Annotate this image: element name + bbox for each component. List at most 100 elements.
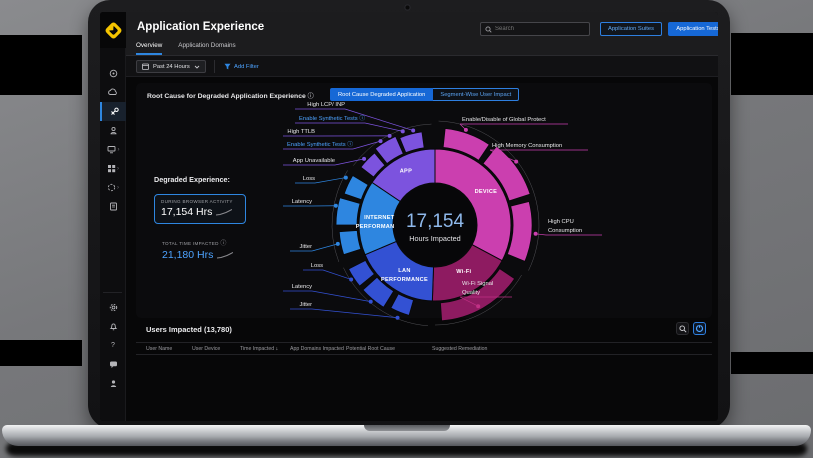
chart-callout-label: High CPUConsumption (548, 219, 582, 234)
sidebar-item-reports[interactable] (100, 197, 126, 216)
webcam-icon (404, 4, 411, 11)
calendar-icon (142, 63, 149, 70)
funnel-icon (224, 63, 231, 70)
chevron-right-icon: › (117, 185, 119, 191)
users-table-header: User NameUser DeviceTime Impacted ↓App D… (136, 342, 712, 355)
time-range-label: Past 24 Hours (153, 64, 190, 70)
application-suites-button[interactable]: Application Suites (600, 22, 662, 36)
info-icon[interactable]: ⓘ (220, 241, 226, 247)
chevron-right-icon: › (118, 147, 120, 153)
root-cause-panel: Root Cause for Degraded Application Expe… (136, 83, 712, 318)
browser-activity-label: DURING BROWSER ACTIVITY (161, 199, 239, 204)
column-header[interactable]: Potential Root Cause (346, 346, 432, 352)
end-user-icon (109, 126, 118, 135)
add-filter-button[interactable]: Add Filter (224, 60, 259, 73)
chart-center-value: 17,154 (406, 211, 465, 232)
background-monitor-left-lower (0, 340, 82, 366)
filter-bar: Past 24 Hours Add Filter (126, 56, 718, 77)
users-impacted-title: Users Impacted (13,780) (146, 325, 232, 334)
monitoring-icon (109, 69, 118, 78)
table-export-button[interactable] (693, 322, 706, 335)
chart-callout-label: High LCP/ INP (307, 102, 345, 108)
chart-callout-label: High Memory Consumption (492, 143, 562, 149)
sidebar-item-cloud[interactable] (100, 83, 126, 102)
user-icon (109, 379, 118, 388)
chevron-right-icon: › (117, 166, 119, 172)
sort-desc-icon[interactable]: ↓ (274, 346, 278, 352)
filter-divider (214, 60, 215, 73)
header: Application Experience Application Suite… (126, 12, 718, 56)
help-icon: ? (111, 342, 115, 349)
chart-center-label: Hours Impacted (409, 234, 461, 243)
synthetic-test-link[interactable]: Enable Synthetic Tests ⓘ (299, 114, 365, 122)
browser-activity-card: DURING BROWSER ACTIVITY 17,154 Hrs (154, 194, 246, 224)
column-header[interactable]: Time Impacted ↓ (240, 346, 290, 352)
search-input[interactable] (495, 26, 585, 32)
sidebar-item-end-user[interactable] (100, 121, 126, 140)
laptop-base (2, 425, 811, 446)
refresh-export-icon (695, 324, 704, 333)
laptop-base-notch (364, 425, 450, 431)
app-screen: › › › ? Application Experience (100, 12, 718, 421)
logo-diamond-icon (104, 21, 122, 39)
sidebar-item-monitoring[interactable] (100, 64, 126, 83)
table-search-button[interactable] (676, 322, 689, 335)
chart-callout-label: Enable/Disable of Global Protect (462, 117, 546, 123)
application-tests-button[interactable]: Application Tests (668, 22, 718, 36)
devices-icon (107, 145, 117, 154)
svg-text:APP: APP (400, 169, 412, 175)
sparkline-icon (216, 208, 232, 216)
bell-icon (109, 322, 118, 331)
tools-icon (110, 107, 119, 116)
sidebar-item-settings[interactable] (100, 298, 126, 317)
sidebar-item-account[interactable] (100, 374, 126, 393)
tab-overview[interactable]: Overview (136, 42, 162, 55)
chat-icon (109, 360, 118, 369)
svg-text:Wi-Fi: Wi-Fi (456, 269, 471, 275)
sidebar-item-feedback[interactable] (100, 355, 126, 374)
sidebar-item-notifications[interactable] (100, 317, 126, 336)
synthetic-test-link[interactable]: Enable Synthetic Tests ⓘ (287, 140, 353, 148)
sparkline-icon (217, 251, 233, 259)
chart-callout-label: Latency (292, 199, 312, 205)
tab-bar: Overview Application Domains (136, 42, 236, 55)
chart-callout-label: Loss (303, 176, 315, 182)
integrations-icon (107, 183, 116, 192)
chart-callout-label: Loss (311, 263, 323, 269)
cloud-icon (108, 88, 118, 97)
add-filter-label: Add Filter (234, 64, 259, 70)
sidebar-item-apps-grid[interactable]: › (100, 159, 126, 178)
sidebar-divider (103, 292, 122, 293)
tab-application-domains[interactable]: Application Domains (178, 42, 235, 55)
scene-background: › › › ? Application Experience (0, 0, 813, 458)
column-header[interactable]: User Name (146, 346, 192, 352)
chart-callout-label: Latency (292, 284, 312, 290)
chart-callout-label: App Unavailable (293, 158, 335, 164)
laptop-screen-bezel: › › › ? Application Experience (88, 0, 730, 429)
background-monitor-right-lower (731, 352, 813, 374)
search-icon (485, 26, 492, 33)
svg-text:DEVICE: DEVICE (475, 189, 498, 195)
column-header[interactable]: User Device (192, 346, 240, 352)
sidebar: › › › ? (100, 12, 126, 421)
time-range-dropdown[interactable]: Past 24 Hours (136, 60, 206, 73)
sidebar-item-integrations[interactable]: › (100, 178, 126, 197)
sidebar-item-devices[interactable]: › (100, 140, 126, 159)
app-logo[interactable] (100, 12, 126, 48)
browser-activity-value: 17,154 Hrs (161, 206, 239, 218)
sidebar-item-tools-active[interactable] (100, 102, 126, 121)
search-input-wrap[interactable] (480, 22, 590, 36)
reports-icon (109, 202, 118, 211)
page-title: Application Experience (137, 21, 264, 33)
column-header[interactable]: App Domains Impacted (290, 346, 346, 352)
root-cause-sunburst-chart[interactable]: APPDEVICEWi-FiLANPERFORMANCEINTERNETPERF… (250, 77, 610, 329)
chart-callout-label: Jitter (299, 302, 312, 308)
apps-grid-icon (107, 164, 116, 173)
sidebar-item-help[interactable]: ? (100, 336, 126, 355)
chart-callout-label: Jitter (299, 244, 312, 250)
background-monitor-left (0, 35, 82, 95)
chevron-down-icon (194, 65, 200, 69)
background-monitor-right (731, 33, 813, 95)
settings-icon (109, 303, 118, 312)
column-header[interactable]: Suggested Remediation (432, 346, 712, 352)
